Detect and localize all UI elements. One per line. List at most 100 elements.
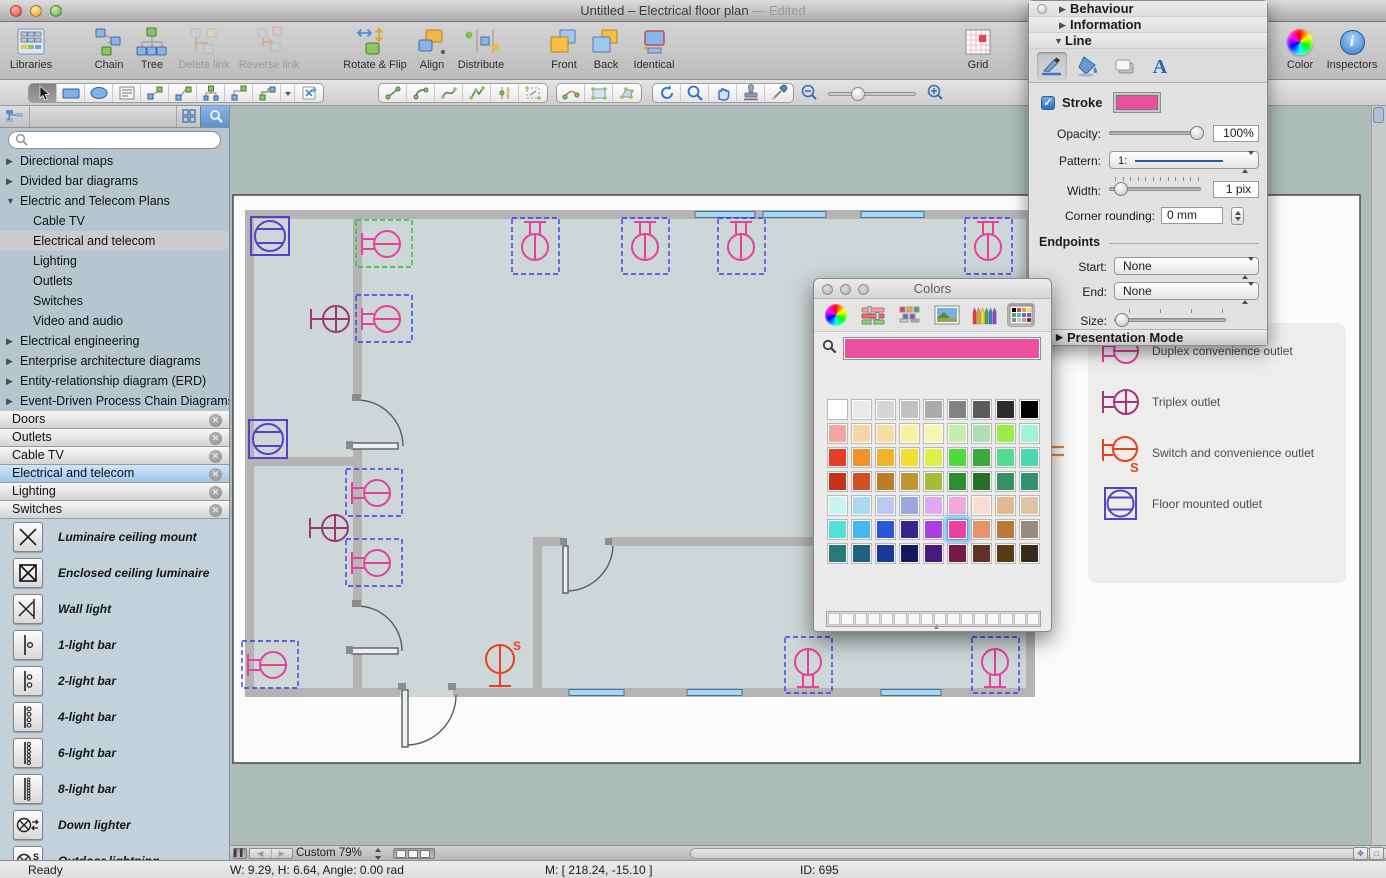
connector-orthogonal-tool[interactable] — [225, 84, 253, 102]
chevron-right-icon[interactable]: ▶ — [6, 391, 13, 411]
palette-color-29[interactable] — [875, 471, 896, 492]
pattern-dropdown[interactable]: 1: — [1109, 151, 1259, 169]
close-section-icon[interactable]: ✕ — [209, 486, 222, 499]
selected-color-swatch[interactable] — [843, 337, 1041, 360]
palette-color-47[interactable] — [875, 519, 896, 540]
close-section-icon[interactable]: ✕ — [209, 468, 222, 481]
wall-light-icon[interactable] — [13, 594, 43, 624]
grid-view-button[interactable] — [176, 105, 200, 127]
endpoint-start-dropdown[interactable]: None — [1114, 257, 1259, 275]
palette-color-61[interactable] — [995, 543, 1016, 564]
zoom-slider-thumb[interactable] — [851, 87, 865, 101]
palette-color-9[interactable] — [827, 423, 848, 444]
page-mode-icon[interactable]: □ — [1369, 847, 1384, 860]
toolbar-align-button[interactable]: Align — [409, 25, 455, 71]
behaviour-section[interactable]: ▶ Behaviour — [1029, 1, 1267, 17]
palette-color-50[interactable] — [947, 519, 968, 540]
colors-title-bar[interactable]: Colors — [814, 279, 1051, 299]
reshape-arc-tool[interactable] — [557, 84, 585, 102]
toolbar-identical-button[interactable]: Identical — [626, 25, 682, 71]
palette-color-15[interactable] — [971, 423, 992, 444]
rectangle-tool[interactable] — [57, 84, 85, 102]
palette-color-7[interactable] — [995, 399, 1016, 420]
pause-button[interactable]: ▌▌ — [233, 848, 247, 859]
width-field[interactable]: 1 pix — [1213, 181, 1259, 198]
library-item-outdoor-lightning[interactable]: SOutdoor lightning — [0, 843, 229, 860]
palette-color-1[interactable] — [851, 399, 872, 420]
eyedropper-tool[interactable] — [765, 84, 793, 102]
color-palette-icon[interactable] — [896, 303, 924, 327]
corner-rounding-field[interactable]: 0 mm — [1161, 207, 1223, 224]
section-cable-tv[interactable]: Cable TV✕ — [0, 447, 229, 465]
pointer-tool[interactable] — [29, 84, 57, 102]
palette-color-8[interactable] — [1019, 399, 1040, 420]
color-sliders-icon[interactable] — [859, 303, 887, 327]
tree-item-video-and-audio[interactable]: Video and audio — [0, 311, 229, 331]
palette-color-51[interactable] — [971, 519, 992, 540]
outdoor-lightning-icon[interactable]: S — [13, 846, 43, 860]
next-page-button[interactable]: ▶ — [272, 849, 293, 858]
palette-color-18[interactable] — [827, 447, 848, 468]
palette-color-46[interactable] — [851, 519, 872, 540]
web-safe-colors-icon[interactable] — [1007, 303, 1035, 327]
palette-color-45[interactable] — [827, 519, 848, 540]
enclosed-ceiling-luminaire-icon[interactable] — [13, 558, 43, 588]
stroke-checkbox[interactable]: ✓ — [1041, 96, 1055, 110]
text-block-tool[interactable] — [113, 84, 141, 102]
line-section[interactable]: ▼ Line — [1029, 33, 1267, 49]
bezier-tool[interactable] — [435, 84, 463, 102]
color-wheel-icon[interactable] — [822, 303, 850, 327]
palette-color-38[interactable] — [875, 495, 896, 516]
palette-color-41[interactable] — [947, 495, 968, 516]
minimize-window-icon[interactable] — [30, 5, 42, 17]
vertical-scrollbar[interactable] — [1371, 105, 1386, 845]
resize-handle[interactable]: ▲ — [933, 622, 941, 631]
polyline-tool[interactable] — [463, 84, 491, 102]
palette-color-23[interactable] — [947, 447, 968, 468]
fill-bucket-tab[interactable] — [1073, 52, 1103, 80]
chevron-right-icon[interactable]: ▶ — [6, 351, 13, 371]
width-slider-thumb[interactable] — [1114, 182, 1128, 196]
close-section-icon[interactable]: ✕ — [209, 432, 222, 445]
recent-color-slot[interactable] — [987, 613, 999, 625]
palette-color-24[interactable] — [971, 447, 992, 468]
palette-color-31[interactable] — [923, 471, 944, 492]
tree-item-directional-maps[interactable]: ▶Directional maps — [0, 151, 229, 171]
corner-stepper[interactable] — [1231, 207, 1244, 225]
recent-color-slot[interactable] — [974, 613, 986, 625]
chevron-right-icon[interactable]: ▶ — [6, 331, 13, 351]
library-item-1-light-bar[interactable]: 1-light bar — [0, 627, 229, 663]
connector-tree-tool[interactable] — [197, 84, 225, 102]
width-slider[interactable] — [1109, 187, 1201, 191]
toolbar-color-button[interactable]: Color — [1277, 25, 1323, 71]
search-icon[interactable] — [822, 339, 837, 357]
opacity-slider[interactable] — [1109, 131, 1201, 135]
palette-color-27[interactable] — [827, 471, 848, 492]
recent-color-slot[interactable] — [868, 613, 880, 625]
search-input[interactable] — [8, 131, 221, 149]
library-item-enclosed-ceiling-luminaire[interactable]: Enclosed ceiling luminaire — [0, 555, 229, 591]
library-item-2-light-bar[interactable]: 2-light bar — [0, 663, 229, 699]
image-palette-icon[interactable] — [933, 303, 961, 327]
recent-color-slot[interactable] — [841, 613, 853, 625]
palette-color-14[interactable] — [947, 423, 968, 444]
palette-color-19[interactable] — [851, 447, 872, 468]
page-thumbnails[interactable] — [393, 848, 435, 859]
palette-color-25[interactable] — [995, 447, 1016, 468]
opacity-slider-thumb[interactable] — [1190, 126, 1204, 140]
tree-item-entity-relationship-diagram-erd-[interactable]: ▶Entity-relationship diagram (ERD) — [0, 371, 229, 391]
palette-color-22[interactable] — [923, 447, 944, 468]
tree-item-switches[interactable]: Switches — [0, 291, 229, 311]
palette-color-54[interactable] — [827, 543, 848, 564]
light-bar-8-icon[interactable] — [13, 774, 43, 804]
chevron-down-icon[interactable]: ▼ — [6, 191, 15, 211]
palette-color-58[interactable] — [923, 543, 944, 564]
section-doors[interactable]: Doors✕ — [0, 411, 229, 429]
palette-color-0[interactable] — [827, 399, 848, 420]
palette-color-20[interactable] — [875, 447, 896, 468]
toolbar-libraries-button[interactable]: Libraries — [4, 25, 58, 71]
light-bar-2-icon[interactable] — [13, 666, 43, 696]
recent-color-slot[interactable] — [828, 613, 840, 625]
cut-fragment-tool[interactable] — [519, 84, 547, 102]
close-icon[interactable] — [822, 284, 833, 295]
